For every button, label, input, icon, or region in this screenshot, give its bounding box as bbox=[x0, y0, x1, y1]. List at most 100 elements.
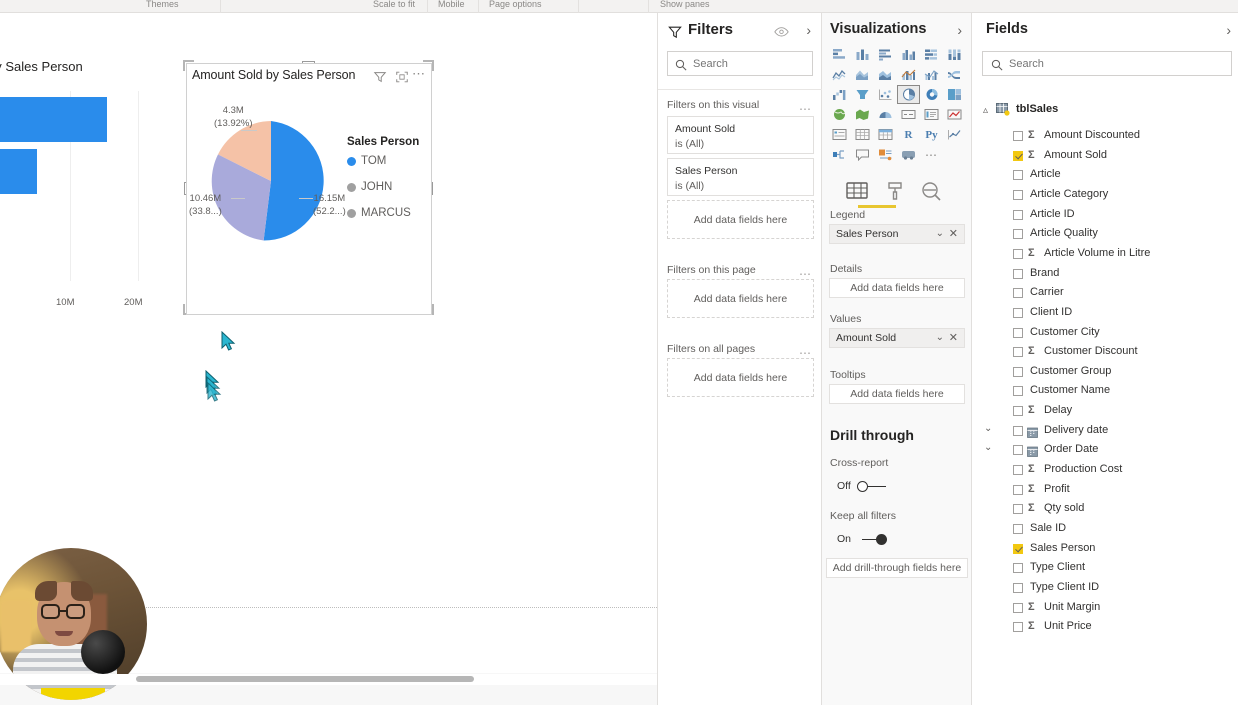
tab-format[interactable] bbox=[882, 179, 910, 205]
field-checkbox[interactable] bbox=[1013, 347, 1023, 357]
field-row[interactable]: Article ID bbox=[972, 206, 1238, 226]
well-field-values[interactable]: Amount Sold ⌄ ✕ bbox=[829, 328, 965, 348]
bar-chart-bar[interactable] bbox=[0, 149, 37, 194]
visual-type-pie-chart-icon[interactable] bbox=[897, 85, 920, 104]
field-row[interactable]: Brand bbox=[972, 265, 1238, 285]
filters-on-visual-dropzone[interactable]: Add data fields here bbox=[667, 200, 814, 239]
field-row[interactable]: ΣAmount Sold bbox=[972, 147, 1238, 167]
visual-type-paginated-report-icon[interactable] bbox=[897, 145, 920, 164]
filter-icon[interactable] bbox=[373, 70, 387, 84]
chevron-down-icon[interactable]: ⌄ bbox=[936, 332, 944, 343]
ribbon-item-themes[interactable]: Themes bbox=[146, 0, 179, 9]
visual-type-smart-narrative-icon[interactable] bbox=[874, 145, 897, 164]
collapse-fields-chevron-icon[interactable]: › bbox=[1226, 22, 1231, 38]
filters-on-all-pages-dropzone[interactable]: Add data fields here bbox=[667, 358, 814, 397]
field-row[interactable]: ΣCustomer Discount bbox=[972, 343, 1238, 363]
bar-chart-bar[interactable] bbox=[0, 97, 107, 142]
field-row[interactable]: ΣProduction Cost bbox=[972, 461, 1238, 481]
visual-type-multi-row-card-icon[interactable] bbox=[920, 105, 943, 124]
visual-type-card-icon[interactable] bbox=[897, 105, 920, 124]
visual-type-line-and-clustered-column-chart-icon[interactable] bbox=[920, 65, 943, 84]
field-checkbox[interactable] bbox=[1013, 406, 1023, 416]
filter-card-sales-person[interactable]: Sales Person is (All) bbox=[667, 158, 814, 196]
visual-type-key-influencers-icon[interactable] bbox=[943, 125, 966, 144]
field-row[interactable]: Customer Name bbox=[972, 382, 1238, 402]
field-checkbox[interactable] bbox=[1013, 328, 1023, 338]
field-row[interactable]: Article bbox=[972, 166, 1238, 186]
field-checkbox[interactable] bbox=[1013, 445, 1023, 455]
visual-type-area-chart-icon[interactable] bbox=[851, 65, 874, 84]
field-checkbox[interactable] bbox=[1013, 288, 1023, 298]
fields-search-input[interactable] bbox=[1009, 52, 1227, 75]
visual-type-clustered-bar-chart-icon[interactable] bbox=[874, 45, 897, 64]
field-row[interactable]: Sale ID bbox=[972, 520, 1238, 540]
legend-item-tom[interactable]: TOM bbox=[347, 155, 419, 167]
visual-type-more-options-icon[interactable]: ⋯ bbox=[920, 145, 943, 164]
visual-type-map-icon[interactable] bbox=[828, 105, 851, 124]
drill-through-dropzone[interactable]: Add drill-through fields here bbox=[826, 558, 968, 578]
well-dropzone-tooltips[interactable]: Add data fields here bbox=[829, 384, 965, 404]
field-row[interactable]: Customer City bbox=[972, 324, 1238, 344]
field-checkbox[interactable] bbox=[1013, 583, 1023, 593]
well-field-legend[interactable]: Sales Person ⌄ ✕ bbox=[829, 224, 965, 244]
field-checkbox[interactable] bbox=[1013, 603, 1023, 613]
visual-type-kpi-icon[interactable] bbox=[943, 105, 966, 124]
field-row[interactable]: ΣArticle Volume in Litre bbox=[972, 245, 1238, 265]
ribbon-item-mobile[interactable]: Mobile bbox=[438, 0, 465, 9]
bar-chart-visual[interactable]: Amount Sold by Sales Person 10M 20M Amou… bbox=[0, 49, 160, 314]
visual-type-scatter-chart-icon[interactable] bbox=[874, 85, 897, 104]
ribbon-item-page-options[interactable]: Page options bbox=[489, 0, 542, 9]
visual-type-r-script-icon[interactable]: R bbox=[897, 125, 920, 144]
field-row[interactable]: ΣDelay bbox=[972, 402, 1238, 422]
visual-type-matrix-icon[interactable] bbox=[874, 125, 897, 144]
visual-type-line-chart-icon[interactable] bbox=[828, 65, 851, 84]
remove-field-icon[interactable]: ✕ bbox=[949, 331, 958, 344]
field-checkbox[interactable] bbox=[1013, 190, 1023, 200]
field-row[interactable]: ⌄Order Date bbox=[972, 441, 1238, 461]
visual-type-python-script-icon[interactable]: Py bbox=[920, 125, 943, 144]
field-checkbox-checked[interactable] bbox=[1013, 151, 1023, 161]
filters-on-all-pages-more-icon[interactable]: ⋯ bbox=[799, 349, 812, 357]
filters-search-box[interactable] bbox=[667, 51, 813, 76]
field-row[interactable]: ⌄Delivery date bbox=[972, 422, 1238, 442]
visual-type-stacked-bar-chart-icon[interactable] bbox=[828, 45, 851, 64]
field-checkbox[interactable] bbox=[1013, 229, 1023, 239]
field-checkbox[interactable] bbox=[1013, 131, 1023, 141]
visual-type-donut-chart-icon[interactable] bbox=[920, 85, 943, 104]
visual-type-funnel-chart-icon[interactable] bbox=[851, 85, 874, 104]
visual-type-decomposition-tree-icon[interactable] bbox=[828, 145, 851, 164]
field-checkbox[interactable] bbox=[1013, 367, 1023, 377]
visual-type-filled-map-icon[interactable] bbox=[851, 105, 874, 124]
field-checkbox[interactable] bbox=[1013, 308, 1023, 318]
field-checkbox[interactable] bbox=[1013, 210, 1023, 220]
field-checkbox[interactable] bbox=[1013, 269, 1023, 279]
visual-type-line-and-stacked-column-chart-icon[interactable] bbox=[897, 65, 920, 84]
filters-on-page-dropzone[interactable]: Add data fields here bbox=[667, 279, 814, 318]
fields-table-tblsales[interactable]: ▵ tblSales bbox=[972, 101, 1238, 119]
field-checkbox[interactable] bbox=[1013, 504, 1023, 514]
remove-field-icon[interactable]: ✕ bbox=[949, 227, 958, 240]
cross-report-toggle[interactable]: Off bbox=[837, 480, 887, 492]
field-checkbox[interactable] bbox=[1013, 622, 1023, 632]
well-dropzone-details[interactable]: Add data fields here bbox=[829, 278, 965, 298]
tab-fields[interactable] bbox=[844, 179, 872, 205]
field-checkbox[interactable] bbox=[1013, 426, 1023, 436]
ribbon-item-show-panes[interactable]: Show panes bbox=[660, 0, 710, 9]
field-row[interactable]: Client ID bbox=[972, 304, 1238, 324]
field-checkbox-checked[interactable] bbox=[1013, 544, 1023, 554]
field-checkbox[interactable] bbox=[1013, 563, 1023, 573]
filter-card-amount-sold[interactable]: Amount Sold is (All) bbox=[667, 116, 814, 154]
chevron-up-icon[interactable]: ▵ bbox=[983, 105, 988, 116]
visual-type-qa-icon[interactable] bbox=[851, 145, 874, 164]
visual-type-100-stacked-bar-chart-icon[interactable] bbox=[920, 45, 943, 64]
field-row[interactable]: Customer Group bbox=[972, 363, 1238, 383]
field-row[interactable]: ΣUnit Margin bbox=[972, 599, 1238, 619]
field-row[interactable]: Article Category bbox=[972, 186, 1238, 206]
more-options-icon[interactable]: ⋯ bbox=[412, 68, 426, 80]
field-row[interactable]: ΣQty sold bbox=[972, 500, 1238, 520]
visual-type-table-icon[interactable] bbox=[851, 125, 874, 144]
field-checkbox[interactable] bbox=[1013, 386, 1023, 396]
field-checkbox[interactable] bbox=[1013, 485, 1023, 495]
visual-type-treemap-icon[interactable] bbox=[943, 85, 966, 104]
horizontal-scrollbar-thumb[interactable] bbox=[136, 676, 474, 682]
